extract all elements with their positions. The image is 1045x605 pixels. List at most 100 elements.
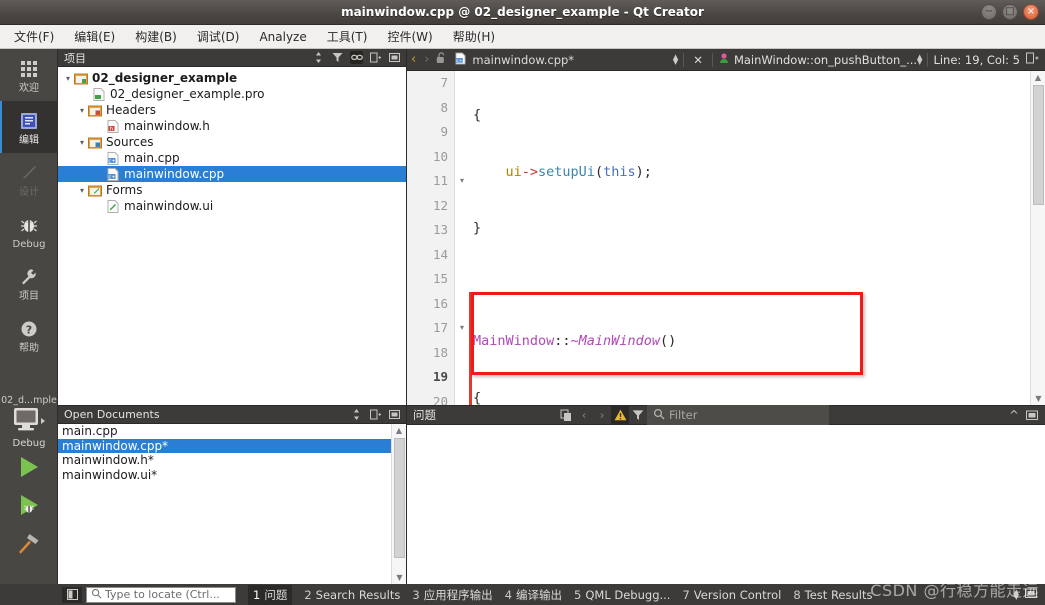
sidebar-item-edit[interactable]: 编辑 xyxy=(0,101,58,153)
editor-symbol-chip[interactable]: MainWindow::on_pushButton_... xyxy=(718,52,917,67)
editor-file-chip[interactable]: c+ mainwindow.cpp* xyxy=(452,51,574,68)
sidebar-item-projects[interactable]: 项目 xyxy=(0,257,58,309)
start-debugging-button[interactable] xyxy=(0,487,58,525)
issues-filter-field[interactable]: Filter xyxy=(647,405,829,425)
close-icon[interactable]: × xyxy=(1023,4,1039,20)
tree-item-pro-file[interactable]: 02_designer_example.pro xyxy=(58,86,406,102)
menu-build[interactable]: 构建(B) xyxy=(131,26,181,47)
maximize-icon[interactable]: □ xyxy=(1002,4,1018,20)
menu-tools[interactable]: 工具(T) xyxy=(323,26,372,47)
tree-label: mainwindow.ui xyxy=(124,199,214,213)
list-item[interactable]: mainwindow.ui* xyxy=(58,468,406,483)
file-dropdown-icon[interactable]: ▲ ▼ xyxy=(673,53,678,65)
output-pane-search-results[interactable]: 2 Search Results xyxy=(304,588,400,602)
menu-edit[interactable]: 编辑(E) xyxy=(70,26,119,47)
chevron-down-icon[interactable]: ▾ xyxy=(76,138,88,147)
sidebar-label-design: 设计 xyxy=(19,186,39,198)
open-documents-scrollbar[interactable]: ▲ ▼ xyxy=(391,424,406,584)
warning-triangle-icon[interactable] xyxy=(611,406,629,424)
output-pane-qml-debugger[interactable]: 5 QML Debugg... xyxy=(574,588,670,602)
open-documents-panel: Open Documents main.cpp mainwindow.cpp* … xyxy=(58,405,407,584)
tree-item-forms-folder[interactable]: ▾ Forms xyxy=(58,182,406,198)
menu-file[interactable]: 文件(F) xyxy=(10,26,58,47)
scroll-up-icon[interactable]: ▲ xyxy=(1031,71,1045,84)
editor-scrollbar[interactable]: ▲ ▼ xyxy=(1030,71,1045,405)
nav-forward-icon[interactable]: › xyxy=(420,52,433,67)
output-pane-compile-output[interactable]: 4 编译输出 xyxy=(505,587,562,603)
output-pane-issues[interactable]: 1 问题 xyxy=(248,584,293,605)
filter-icon[interactable] xyxy=(331,51,344,64)
nav-back-icon[interactable]: ‹ xyxy=(407,52,420,67)
line-number: 16 xyxy=(432,295,448,311)
build-button[interactable] xyxy=(0,525,58,563)
fold-marker-column[interactable]: ▾ ▾ xyxy=(455,71,469,405)
sync-sort-icon[interactable] xyxy=(350,408,363,421)
symbol-dropdown-icon[interactable]: ▲ ▼ xyxy=(917,53,922,65)
tree-item-mainwindow-h[interactable]: h mainwindow.h xyxy=(58,118,406,134)
kit-selector[interactable]: Debug xyxy=(0,407,58,449)
scroll-down-icon[interactable]: ▼ xyxy=(392,571,407,584)
unlocked-padlock-icon[interactable] xyxy=(433,52,452,67)
close-panel-icon[interactable] xyxy=(388,408,401,421)
chevron-down-icon[interactable]: ▾ xyxy=(76,106,88,115)
sidebar-item-help[interactable]: ? 帮助 xyxy=(0,309,58,361)
scrollbar-thumb[interactable] xyxy=(394,438,405,558)
code-area[interactable]: 7 8 9 10 11 12 13 14 15 16 17 18 19 20 2… xyxy=(407,71,1045,405)
menu-analyze[interactable]: Analyze xyxy=(255,28,310,46)
list-item[interactable]: mainwindow.h* xyxy=(58,453,406,468)
menu-bar: 文件(F) 编辑(E) 构建(B) 调试(D) Analyze 工具(T) 控件… xyxy=(0,25,1045,49)
maximize-pane-icon[interactable] xyxy=(1023,406,1041,424)
fold-marker-collapse[interactable]: ▾ xyxy=(455,169,469,194)
menu-widgets[interactable]: 控件(W) xyxy=(383,26,436,47)
split-editor-icon[interactable] xyxy=(1020,52,1045,67)
editor-close-icon[interactable]: ✕ xyxy=(689,53,707,67)
scroll-up-icon[interactable]: ▲ xyxy=(392,424,406,437)
sidebar-item-debug[interactable]: Debug xyxy=(0,205,58,257)
list-item[interactable]: main.cpp xyxy=(58,424,406,439)
open-documents-list[interactable]: main.cpp mainwindow.cpp* mainwindow.h* m… xyxy=(58,424,406,584)
prev-issue-icon[interactable]: ‹ xyxy=(575,406,593,424)
minimize-icon[interactable]: − xyxy=(981,4,997,20)
next-issue-icon[interactable]: › xyxy=(593,406,611,424)
fold-marker-collapse[interactable]: ▾ xyxy=(455,316,469,341)
tree-item-mainwindow-ui[interactable]: mainwindow.ui xyxy=(58,198,406,214)
maximize-output-icon[interactable] xyxy=(1025,588,1037,602)
close-panel-icon[interactable] xyxy=(388,51,401,64)
sidebar-item-welcome[interactable]: 欢迎 xyxy=(0,49,58,101)
chevron-down-icon[interactable]: ▾ xyxy=(62,74,74,83)
chevron-down-icon[interactable]: ▾ xyxy=(76,186,88,195)
filter-funnel-icon[interactable] xyxy=(629,406,647,424)
copy-icon[interactable] xyxy=(557,406,575,424)
menu-help[interactable]: 帮助(H) xyxy=(449,26,499,47)
run-button[interactable] xyxy=(0,449,58,487)
sidebar-item-design[interactable]: 设计 xyxy=(0,153,58,205)
class-symbol-icon xyxy=(718,52,730,67)
output-pane-application-output[interactable]: 3 应用程序输出 xyxy=(412,587,492,603)
list-item[interactable]: mainwindow.cpp* xyxy=(58,438,406,453)
scroll-down-icon[interactable]: ▼ xyxy=(1031,392,1045,405)
issues-list[interactable] xyxy=(407,425,1045,582)
locator-input[interactable]: Type to locate (Ctrl... xyxy=(86,586,236,603)
output-pane-version-control[interactable]: 7 Version Control xyxy=(682,588,781,602)
output-pane-test-results[interactable]: 8 Test Results xyxy=(793,588,872,602)
collapse-chevron-icon[interactable]: ^ xyxy=(1005,406,1023,424)
split-icon[interactable] xyxy=(369,51,382,64)
locator-toggle-icon[interactable] xyxy=(62,586,82,603)
pane-size-icon[interactable]: ▲ ▼ xyxy=(1014,588,1019,600)
tree-item-sources-folder[interactable]: ▾ Sources xyxy=(58,134,406,150)
sync-sort-icon[interactable] xyxy=(312,51,325,64)
scrollbar-thumb[interactable] xyxy=(1033,85,1044,205)
tree-item-main-cpp[interactable]: c+ main.cpp xyxy=(58,150,406,166)
fold-marker xyxy=(455,194,469,219)
split-icon[interactable] xyxy=(369,408,382,421)
code-text[interactable]: { ui->setupUi(this); } MainWindow::~Main… xyxy=(473,71,1045,405)
project-tree[interactable]: ▾ 02_designer_example 02_designer_exampl… xyxy=(58,67,406,214)
tree-item-mainwindow-cpp[interactable]: c+ mainwindow.cpp xyxy=(58,166,406,182)
maximize-glyph: □ xyxy=(1005,6,1015,17)
menu-debug[interactable]: 调试(D) xyxy=(193,26,244,47)
link-icon[interactable] xyxy=(350,51,363,64)
line-number: 18 xyxy=(432,344,448,360)
kit-project-label: 02_d...mple xyxy=(1,395,57,406)
tree-item-project[interactable]: ▾ 02_designer_example xyxy=(58,70,406,86)
tree-item-headers-folder[interactable]: ▾ Headers xyxy=(58,102,406,118)
